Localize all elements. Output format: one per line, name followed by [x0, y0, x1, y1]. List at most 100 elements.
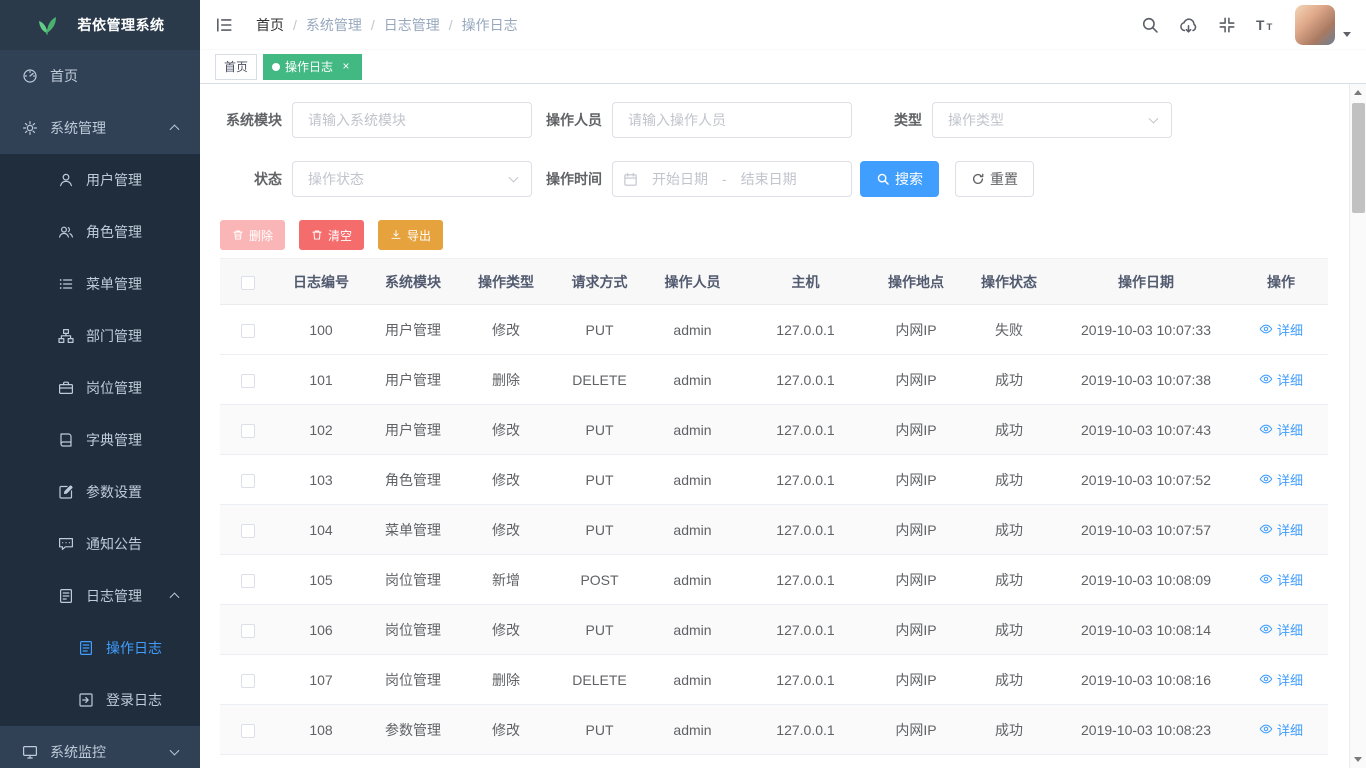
col-header-status: 操作状态: [960, 259, 1058, 305]
cloud-download-icon[interactable]: [1169, 0, 1208, 50]
detail-link[interactable]: 详细: [1259, 370, 1303, 389]
col-header-select: [220, 259, 275, 305]
svg-text:T: T: [1267, 22, 1273, 33]
eye-icon: [1259, 472, 1273, 486]
cell-host: 127.0.0.1: [776, 372, 834, 388]
cell-status: 成功: [995, 672, 1023, 688]
row-checkbox[interactable]: [241, 724, 255, 738]
operator-input[interactable]: [612, 102, 852, 138]
cell-type: 修改: [492, 622, 520, 638]
cell-id: 107: [309, 672, 332, 688]
table-header-row: 日志编号系统模块操作类型请求方式操作人员主机操作地点操作状态操作日期操作: [220, 259, 1328, 305]
calendar-icon: [623, 172, 638, 187]
cell-location: 内网IP: [895, 322, 936, 338]
sidebar-item-dept[interactable]: 部门管理: [0, 310, 200, 362]
row-checkbox[interactable]: [241, 524, 255, 538]
row-checkbox[interactable]: [241, 324, 255, 338]
sidebar-item-label: 菜单管理: [86, 274, 142, 294]
cell-location: 内网IP: [895, 422, 936, 438]
scroll-up-arrow-icon: [1354, 90, 1362, 95]
cell-id: 105: [309, 572, 332, 588]
date-range-picker[interactable]: 开始日期 - 结束日期: [612, 161, 852, 197]
cell-id: 104: [309, 522, 332, 538]
sidebar-item-label: 日志管理: [86, 586, 142, 606]
sidebar-item-log[interactable]: 日志管理: [0, 570, 200, 622]
search-icon[interactable]: [1131, 0, 1169, 50]
sidebar-item-label: 字典管理: [86, 430, 142, 450]
row-checkbox[interactable]: [241, 574, 255, 588]
breadcrumb-item[interactable]: 首页: [256, 15, 284, 35]
cell-method: DELETE: [572, 372, 626, 388]
cell-host: 127.0.0.1: [776, 622, 834, 638]
delete-button-label: 删除: [249, 227, 273, 244]
sidebar-item-dict[interactable]: 字典管理: [0, 414, 200, 466]
tab-close-icon[interactable]: ×: [339, 60, 353, 74]
col-header-host: 主机: [739, 259, 872, 305]
detail-link[interactable]: 详细: [1259, 570, 1303, 589]
sidebar-item-config[interactable]: 参数设置: [0, 466, 200, 518]
sidebar-item-user[interactable]: 用户管理: [0, 154, 200, 206]
caret-down-icon[interactable]: [1343, 32, 1351, 37]
cell-location: 内网IP: [895, 522, 936, 538]
row-checkbox[interactable]: [241, 374, 255, 388]
sidebar-item-operlog[interactable]: 操作日志: [0, 622, 200, 674]
delete-button[interactable]: 删除: [220, 220, 285, 250]
fullscreen-icon[interactable]: [1208, 0, 1246, 50]
tab-label: 首页: [224, 58, 248, 75]
cell-type: 修改: [492, 722, 520, 738]
breadcrumb-item: 操作日志: [462, 15, 518, 35]
filter-time: 操作时间 开始日期 - 结束日期: [540, 161, 852, 197]
clear-button[interactable]: 清空: [299, 220, 364, 250]
sidebar-item-monitor[interactable]: 系统监控: [0, 726, 200, 768]
detail-link[interactable]: 详细: [1259, 470, 1303, 489]
detail-link-label: 详细: [1277, 720, 1303, 739]
row-checkbox[interactable]: [241, 474, 255, 488]
row-checkbox[interactable]: [241, 674, 255, 688]
vertical-scrollbar[interactable]: [1349, 84, 1366, 768]
scroll-down-button[interactable]: [1350, 751, 1366, 768]
cell-status: 成功: [995, 422, 1023, 438]
table-body: 100用户管理修改PUTadmin127.0.0.1内网IP失败2019-10-…: [220, 305, 1328, 755]
app-logo[interactable]: 若依管理系统: [0, 0, 200, 50]
select-all-checkbox[interactable]: [241, 276, 255, 290]
sidebar-item-logininfor[interactable]: 登录日志: [0, 674, 200, 726]
tab-operlog[interactable]: 操作日志×: [263, 54, 362, 80]
scrollbar-track[interactable]: [1350, 101, 1366, 751]
cell-host: 127.0.0.1: [776, 322, 834, 338]
sidebar-item-menu[interactable]: 菜单管理: [0, 258, 200, 310]
export-button[interactable]: 导出: [378, 220, 443, 250]
detail-link[interactable]: 详细: [1259, 720, 1303, 739]
detail-link[interactable]: 详细: [1259, 620, 1303, 639]
sidebar-item-system[interactable]: 系统管理: [0, 102, 200, 154]
tab-home[interactable]: 首页: [215, 54, 257, 80]
row-checkbox[interactable]: [241, 424, 255, 438]
table-row: 107岗位管理删除DELETEadmin127.0.0.1内网IP成功2019-…: [220, 655, 1328, 705]
date-separator: -: [722, 171, 727, 187]
avatar[interactable]: [1295, 5, 1335, 45]
font-size-icon[interactable]: T T: [1246, 0, 1285, 50]
row-checkbox[interactable]: [241, 624, 255, 638]
chevron-down-icon: [509, 173, 519, 183]
detail-link[interactable]: 详细: [1259, 520, 1303, 539]
detail-link[interactable]: 详细: [1259, 320, 1303, 339]
module-input[interactable]: [292, 102, 532, 138]
filter-row-2: 状态 操作状态 操作时间 开始日期: [220, 161, 1329, 197]
eye-icon: [1259, 722, 1273, 736]
search-button[interactable]: 搜索: [860, 161, 939, 197]
sidebar-item-post[interactable]: 岗位管理: [0, 362, 200, 414]
sidebar-item-notice[interactable]: 通知公告: [0, 518, 200, 570]
reset-button[interactable]: 重置: [955, 161, 1034, 197]
scrollbar-thumb[interactable]: [1352, 103, 1365, 213]
type-select[interactable]: 操作类型: [932, 102, 1172, 138]
sidebar-item-home[interactable]: 首页: [0, 50, 200, 102]
detail-link[interactable]: 详细: [1259, 420, 1303, 439]
cell-status: 成功: [995, 722, 1023, 738]
hamburger-icon[interactable]: [200, 0, 248, 50]
detail-link-label: 详细: [1277, 670, 1303, 689]
table-row: 102用户管理修改PUTadmin127.0.0.1内网IP成功2019-10-…: [220, 405, 1328, 455]
scroll-up-button[interactable]: [1350, 84, 1366, 101]
sidebar-item-role[interactable]: 角色管理: [0, 206, 200, 258]
status-select[interactable]: 操作状态: [292, 161, 532, 197]
operator-label: 操作人员: [540, 110, 602, 130]
detail-link[interactable]: 详细: [1259, 670, 1303, 689]
